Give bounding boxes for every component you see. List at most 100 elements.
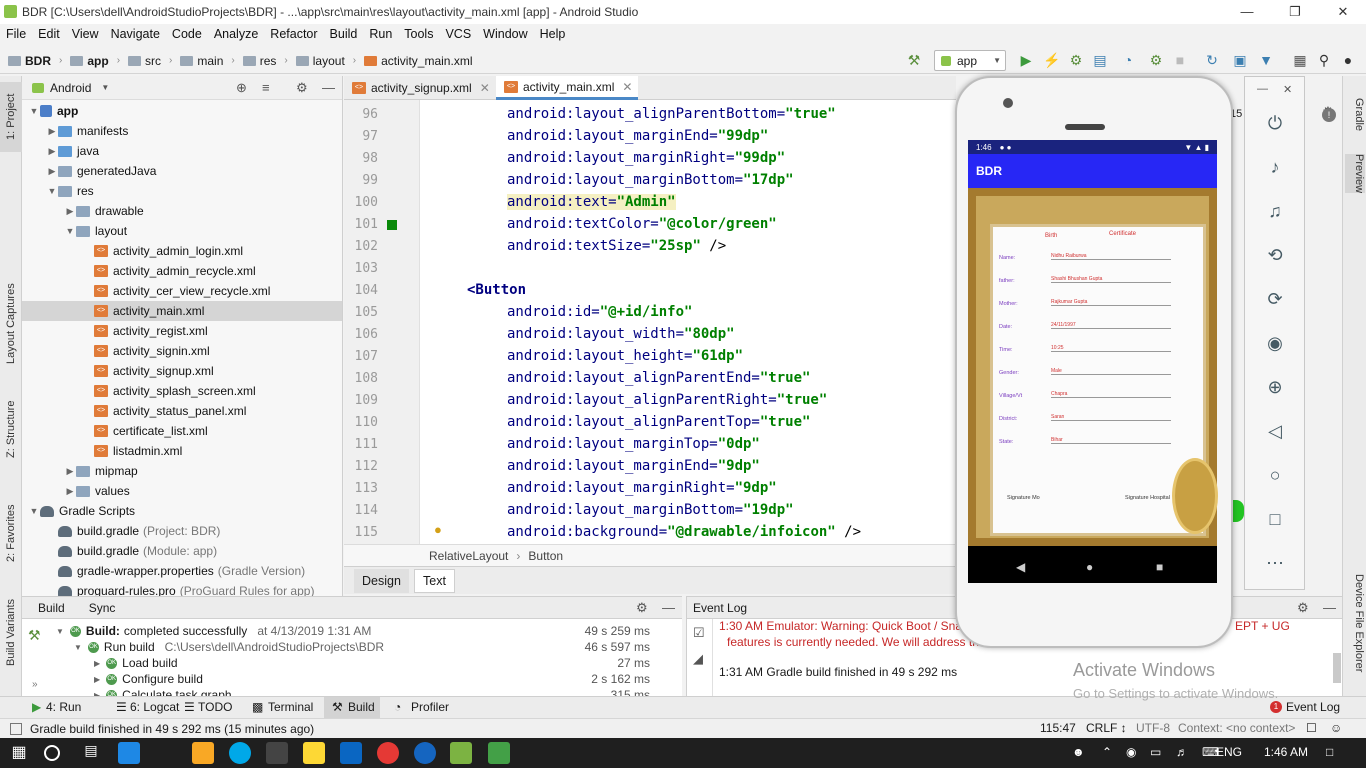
stop-icon[interactable]: ■	[1170, 50, 1190, 70]
chevron-down-icon[interactable]: ▼	[74, 643, 82, 652]
tab-gradle[interactable]: Gradle	[1345, 98, 1365, 131]
emulator-taskbar-icon[interactable]	[488, 742, 510, 764]
tab-terminal[interactable]: Terminal	[268, 700, 313, 714]
build-row[interactable]: ▼ OK Run build C:\Users\dell\AndroidStudioP…	[74, 639, 662, 655]
hide-icon[interactable]: —	[1323, 600, 1336, 615]
tree-item[interactable]: gradle-wrapper.properties (Gradle Version…	[22, 561, 342, 581]
tree-item[interactable]: <> listadmin.xml	[22, 441, 342, 461]
tree-item[interactable]: <> activity_signup.xml	[22, 361, 342, 381]
tree-item[interactable]: build.gradle (Project: BDR)	[22, 521, 342, 541]
maximize-button[interactable]: ❐	[1272, 0, 1318, 24]
tab-run[interactable]: 4: Run	[46, 700, 81, 714]
lightbulb-icon[interactable]: ●	[434, 522, 442, 537]
sticky-notes-icon[interactable]	[303, 742, 325, 764]
tab-structure[interactable]: Z: Structure	[0, 394, 22, 464]
tree-item[interactable]: ▶ manifests	[22, 121, 342, 141]
avd-manager-icon[interactable]: ▣	[1230, 50, 1250, 70]
android-studio-taskbar-icon[interactable]	[450, 742, 472, 764]
menu-item-navigate[interactable]: Navigate	[105, 27, 166, 41]
hammer-icon[interactable]: ⚒	[904, 50, 924, 70]
tree-item[interactable]: ▼ Gradle Scripts	[22, 501, 342, 521]
breadcrumb-item[interactable]: res ›	[242, 54, 288, 68]
search-icon[interactable]: ⚲	[1314, 50, 1334, 70]
build-row[interactable]: ▼ OK Build: completed successfully at 4/13/2…	[56, 623, 662, 639]
tab-build[interactable]: Build	[348, 700, 375, 714]
chevron-right-icon[interactable]: ▶	[64, 486, 76, 497]
color-swatch-icon[interactable]	[387, 220, 397, 230]
emulator-screen[interactable]: 1:46 ● ● ▼ ▲ ▮ BDR Birth Certificate Name:…	[968, 140, 1218, 583]
inspector-icon[interactable]: ☺	[1330, 721, 1342, 735]
tab-design[interactable]: Design	[354, 569, 409, 593]
line-separator[interactable]: CRLF ↕	[1086, 721, 1127, 735]
notification-icon[interactable]: □	[1326, 745, 1333, 759]
tab-preview[interactable]: Preview	[1345, 154, 1365, 194]
code-editor[interactable]: 96 97 98 99 100 101 102 103 104 105 106 107 108 109 11…	[344, 100, 956, 544]
menu-item-vcs[interactable]: VCS	[439, 27, 477, 41]
breadcrumb-item[interactable]: src ›	[128, 54, 172, 68]
tree-item[interactable]: <> activity_status_panel.xml	[22, 401, 342, 421]
tab-profiler[interactable]: Profiler	[411, 700, 449, 714]
back-icon[interactable]: ◁	[1261, 417, 1289, 445]
tree-item[interactable]: <> activity_signin.xml	[22, 341, 342, 361]
hammer-icon[interactable]: ⚒	[28, 627, 41, 644]
tree-item[interactable]: ▶ java	[22, 141, 342, 161]
battery-icon[interactable]: ▭	[1150, 745, 1161, 759]
minimize-icon[interactable]: —	[1257, 83, 1268, 95]
close-icon[interactable]: ✕	[1283, 83, 1292, 96]
coverage-icon[interactable]: ▤	[1090, 50, 1110, 70]
crumb-relativelayout[interactable]: RelativeLayout	[429, 549, 508, 563]
minimize-button[interactable]: —	[1224, 0, 1270, 24]
breadcrumb-item[interactable]: main ›	[180, 54, 235, 68]
sync-icon[interactable]: ↻	[1202, 50, 1222, 70]
chevron-right-icon[interactable]: ▶	[64, 206, 76, 217]
crumb-button[interactable]: Button	[528, 549, 563, 563]
zoom-icon[interactable]: ⊕	[1261, 373, 1289, 401]
debug-icon[interactable]: ⚙	[1066, 50, 1086, 70]
build-row[interactable]: ▶ OK Configure build 2 s 162 ms	[94, 671, 662, 687]
trash-icon[interactable]: ◢	[693, 651, 703, 667]
linkedin-icon[interactable]	[340, 742, 362, 764]
breadcrumb-item[interactable]: layout ›	[295, 54, 356, 68]
menu-item-run[interactable]: Run	[363, 27, 398, 41]
menu-item-analyze[interactable]: Analyze	[208, 27, 264, 41]
overview-icon[interactable]: □	[1261, 505, 1289, 533]
tab-build-output[interactable]: Build	[38, 601, 65, 615]
chevron-down-icon[interactable]: ▼	[28, 106, 40, 116]
language-indicator[interactable]: ENG	[1216, 745, 1242, 759]
menu-item-build[interactable]: Build	[324, 27, 364, 41]
close-button[interactable]: ✕	[1320, 0, 1366, 24]
chevron-down-icon[interactable]: ▼	[64, 226, 76, 236]
tab-todo[interactable]: TODO	[198, 700, 232, 714]
chevron-down-icon[interactable]: ▼	[56, 627, 64, 636]
more-icon[interactable]: ⋯	[1261, 549, 1289, 577]
attach-debugger-icon[interactable]: ⚙	[1146, 50, 1166, 70]
chrome-icon[interactable]	[377, 742, 399, 764]
breadcrumb-item[interactable]: app ›	[70, 54, 120, 68]
collapse-all-icon[interactable]: ≡	[262, 80, 270, 95]
cmd-icon[interactable]	[266, 742, 288, 764]
tab-activity-signup[interactable]: <> activity_signup.xml ✕	[344, 76, 494, 100]
rotate-left-icon[interactable]: ⟲	[1261, 241, 1289, 269]
file-encoding[interactable]: UTF-8	[1136, 721, 1170, 735]
apply-changes-icon[interactable]: ⚡	[1042, 50, 1062, 70]
speaker-icon[interactable]: ♬	[1176, 745, 1188, 759]
expand-icon[interactable]: »	[32, 679, 38, 690]
tree-item[interactable]: <> activity_admin_login.xml	[22, 241, 342, 261]
volume-down-icon[interactable]: ♫	[1261, 197, 1289, 225]
close-tab-icon[interactable]: ✕	[622, 80, 632, 94]
chevron-right-icon[interactable]: ▶	[64, 466, 76, 477]
project-view-select[interactable]: Android	[50, 81, 91, 95]
volume-up-icon[interactable]: ♪	[1261, 153, 1289, 181]
skype-icon[interactable]	[229, 742, 251, 764]
tree-item[interactable]: ▼ layout	[22, 221, 342, 241]
people-icon[interactable]: ☻	[1072, 745, 1085, 759]
tab-build-variants[interactable]: Build Variants	[0, 592, 22, 672]
tree-item[interactable]: ▼ res	[22, 181, 342, 201]
chevron-down-icon[interactable]: ▼	[46, 186, 58, 196]
rotate-right-icon[interactable]: ⟳	[1261, 285, 1289, 313]
tree-item[interactable]: ▶ mipmap	[22, 461, 342, 481]
tab-activity-main[interactable]: <> activity_main.xml ✕	[496, 76, 638, 100]
hide-icon[interactable]: —	[662, 600, 675, 615]
edge-icon[interactable]	[118, 742, 140, 764]
lock-icon[interactable]: ☐	[1306, 721, 1317, 735]
